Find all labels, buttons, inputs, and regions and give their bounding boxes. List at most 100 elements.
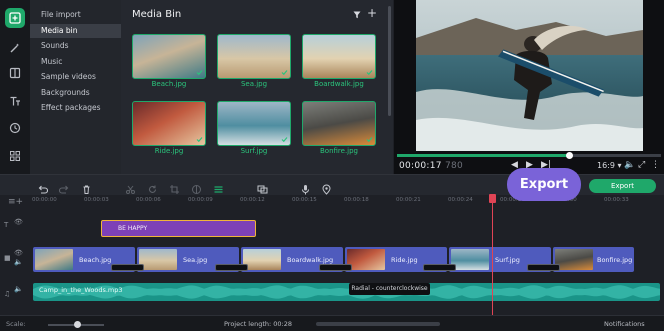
media-bin-scrollbar[interactable] [388, 6, 391, 116]
check-icon [281, 137, 288, 143]
media-thumb-label: Sea.jpg [240, 80, 268, 88]
aspect-ratio-select[interactable]: 16:9 ▾ [597, 161, 622, 170]
text-track-icon: T [4, 221, 9, 229]
video-track-mute-icon[interactable]: 🔈 [14, 258, 23, 266]
cut-icon[interactable] [125, 180, 136, 194]
transition-tooltip: Radial - counterclockwise [349, 283, 430, 295]
delete-icon[interactable] [81, 180, 92, 194]
clip-label: Beach.jpg [79, 256, 112, 264]
volume-icon[interactable]: 🔈 [624, 160, 635, 170]
playback-progress-fill [397, 154, 569, 157]
timeline-playhead[interactable] [492, 195, 493, 315]
video-track-visibility-icon[interactable]: 👁 [14, 249, 23, 257]
crop-icon[interactable] [169, 180, 180, 194]
transition-marker[interactable] [423, 264, 456, 271]
video-clip-bonfire[interactable]: Bonfire.jpg [553, 247, 634, 272]
grid-icon[interactable] [5, 146, 25, 166]
menu-item-music[interactable]: Music [30, 55, 121, 69]
ruler-tick: 00:00:15 [292, 197, 317, 203]
timeline-zoom-knob[interactable] [74, 321, 81, 328]
clip-label: Surf.jpg [495, 256, 520, 264]
color-adjust-icon[interactable] [191, 180, 202, 194]
scale-label: Scale: [6, 320, 26, 328]
media-thumb-sea[interactable] [217, 34, 291, 79]
menu-item-label: Sample videos [41, 72, 96, 81]
audio-track-mute-icon[interactable]: 🔈 [14, 285, 23, 293]
redo-icon[interactable] [58, 180, 70, 194]
undo-icon[interactable] [37, 180, 49, 194]
marker-icon[interactable] [321, 180, 332, 195]
ruler-tick: 00:00:18 [344, 197, 369, 203]
menu-item-backgrounds[interactable]: Backgrounds [30, 86, 121, 100]
audio-clip[interactable]: Camp_in_the_Woods.mp3 [33, 283, 660, 301]
clip-properties-icon[interactable] [213, 180, 224, 193]
media-thumb-label: Bonfire.jpg [319, 147, 359, 155]
microphone-icon[interactable] [300, 180, 311, 195]
more-options-icon[interactable]: ⋮ [651, 160, 660, 170]
audio-waveform [33, 285, 660, 299]
notifications-link[interactable]: Notifications [604, 320, 645, 328]
menu-item-label: Sounds [41, 41, 69, 50]
timeline-scrollbar[interactable] [316, 322, 440, 326]
check-icon [366, 137, 373, 143]
preview-panel: 00:00:17 780 ◀ ▶ ▶| 16:9 ▾ 🔈 ⤢ ⋮ [394, 0, 664, 174]
tool-rail [0, 0, 30, 174]
import-icon[interactable] [5, 8, 25, 28]
clip-label: Boardwalk.jpg [287, 256, 334, 264]
media-thumb-boardwalk[interactable] [302, 34, 376, 79]
menu-item-label: Effect packages [41, 103, 101, 112]
overlay-icon[interactable] [257, 180, 268, 194]
video-track-icon: ■ [4, 254, 11, 262]
track-visibility-icon[interactable]: 👁 [14, 218, 23, 226]
media-thumb-ride[interactable] [132, 101, 206, 146]
transition-marker[interactable] [319, 264, 352, 271]
audio-clip-label: Camp_in_the_Woods.mp3 [39, 286, 123, 294]
clip-label: Bonfire.jpg [597, 256, 633, 264]
playback-progress-knob[interactable] [565, 152, 573, 159]
clip-thumbnail [347, 249, 385, 270]
title-clip[interactable]: BE HAPPY [101, 220, 256, 237]
ruler-tick: 00:00:03 [84, 197, 109, 203]
transition-marker[interactable] [215, 264, 248, 271]
ruler-tick: 00:00:06 [136, 197, 161, 203]
media-thumb-bonfire[interactable] [302, 101, 376, 146]
menu-item-file-import[interactable]: File import [30, 8, 121, 22]
aspect-ratio-value: 16:9 [597, 161, 615, 170]
media-thumb-label: Ride.jpg [154, 147, 184, 155]
title-clip-label: BE HAPPY [118, 225, 148, 232]
check-icon [196, 70, 203, 76]
add-track-icon[interactable]: ≡+ [8, 197, 23, 207]
transition-marker[interactable] [111, 264, 144, 271]
ruler-tick: 00:00:24 [448, 197, 473, 203]
menu-item-sounds[interactable]: Sounds [30, 39, 121, 53]
check-icon [281, 70, 288, 76]
check-icon [196, 137, 203, 143]
rotate-icon[interactable] [147, 180, 158, 193]
timecode-ms: 780 [445, 161, 464, 171]
project-length: Project length: 00:28 [224, 320, 293, 328]
clip-thumbnail [139, 249, 177, 270]
fullscreen-icon[interactable]: ⤢ [638, 160, 645, 170]
audio-track-icon: ♫ [4, 290, 11, 298]
media-thumb-surf[interactable] [217, 101, 291, 146]
playback-progress[interactable] [397, 152, 661, 159]
ruler-tick: 00:00:33 [604, 197, 629, 203]
playhead-handle[interactable] [489, 194, 496, 203]
transition-marker[interactable] [527, 264, 560, 271]
media-thumb-label: Beach.jpg [151, 80, 187, 88]
media-bin-title: Media Bin [132, 9, 182, 20]
titles-icon[interactable] [5, 91, 25, 111]
media-thumb-beach[interactable] [132, 34, 206, 79]
transitions-icon[interactable] [5, 63, 25, 83]
export-button[interactable]: Export [589, 179, 656, 193]
menu-item-effect-packages[interactable]: Effect packages [30, 101, 121, 115]
menu-item-label: Media bin [41, 26, 78, 35]
clock-icon[interactable] [5, 118, 25, 138]
menu-item-media-bin[interactable]: Media bin [30, 24, 121, 38]
filter-icon[interactable] [353, 11, 361, 19]
add-media-icon[interactable]: + [367, 7, 377, 19]
magic-wand-icon[interactable] [5, 38, 25, 58]
clip-label: Ride.jpg [391, 256, 418, 264]
preview-frame-image [416, 0, 643, 151]
menu-item-sample-videos[interactable]: Sample videos [30, 70, 121, 84]
